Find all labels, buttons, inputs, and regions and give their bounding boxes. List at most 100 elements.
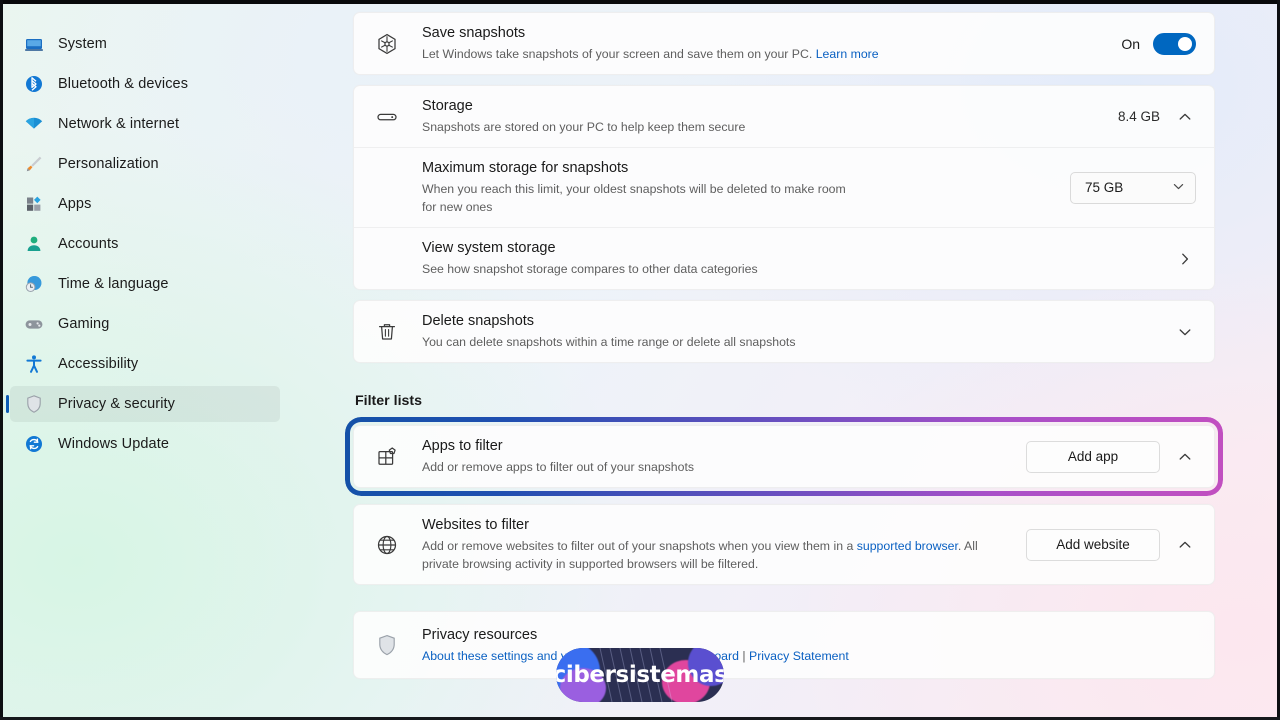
link-separator: | (738, 648, 749, 663)
accessibility-icon (24, 354, 44, 374)
maximum-storage-title: Maximum storage for snapshots (422, 160, 629, 176)
save-snapshots-text: Save snapshots Let Windows take snapshot… (422, 13, 1105, 74)
apps-to-filter-text: Apps to filter Add or remove apps to fil… (422, 426, 1010, 487)
storage-row[interactable]: Storage Snapshots are stored on your PC … (354, 86, 1214, 147)
storage-value: 8.4 GB (1117, 109, 1160, 124)
maximum-storage-subtitle: When you reach this limit, your oldest s… (422, 182, 846, 214)
sidebar-item-accessibility[interactable]: Accessibility (10, 346, 280, 382)
privacy-resources-row: Privacy resources About these settings a… (354, 612, 1214, 678)
sidebar-item-bluetooth-devices[interactable]: Bluetooth & devices (10, 66, 280, 102)
sidebar-item-personalization[interactable]: Personalization (10, 146, 280, 182)
sidebar-item-time-language[interactable]: Time & language (10, 266, 280, 302)
sidebar-item-label: Time & language (58, 276, 169, 292)
privacy-resources-links: About these settings and your privacy | … (422, 647, 1196, 665)
chevron-up-icon[interactable] (1174, 446, 1196, 468)
delete-snapshots-title: Delete snapshots (422, 313, 535, 329)
chevron-right-icon[interactable] (1174, 248, 1196, 270)
monitor-icon (24, 34, 44, 54)
add-website-button[interactable]: Add website (1026, 528, 1160, 561)
chevron-down-icon (1172, 180, 1185, 196)
delete-snapshots-row[interactable]: Delete snapshots You can delete snapshot… (354, 301, 1214, 362)
save-snapshots-row[interactable]: Save snapshots Let Windows take snapshot… (354, 13, 1214, 74)
save-snapshots-title: Save snapshots (422, 25, 526, 41)
sidebar-item-label: Gaming (58, 316, 110, 332)
update-icon (24, 434, 44, 454)
recall-snapshot-icon (374, 31, 400, 57)
storage-title: Storage (422, 98, 473, 114)
learn-more-link[interactable]: Learn more (816, 47, 879, 61)
sidebar-item-label: Windows Update (58, 436, 170, 452)
toggle-state-label: On (1121, 35, 1140, 52)
person-icon (24, 234, 44, 254)
privacy-statement-link[interactable]: Privacy Statement (749, 649, 849, 663)
delete-snapshots-subtitle: You can delete snapshots within a time r… (422, 335, 796, 349)
watermark-text: cibersistemas (556, 662, 724, 688)
sidebar-item-network-internet[interactable]: Network & internet (10, 106, 280, 142)
apps-to-filter-control: Add app (1026, 440, 1196, 473)
sidebar-item-label: Bluetooth & devices (58, 76, 189, 92)
view-system-storage-title: View system storage (422, 240, 556, 256)
paintbrush-icon (24, 154, 44, 174)
view-system-storage-subtitle: See how snapshot storage compares to oth… (422, 262, 758, 276)
privacy-resources-title: Privacy resources (422, 626, 538, 643)
storage-subtitle: Snapshots are stored on your PC to help … (422, 120, 746, 134)
globe-icon (374, 532, 400, 558)
watermark-badge: cibersistemas (556, 648, 724, 702)
websites-to-filter-control: Add website (1026, 528, 1196, 561)
privacy-resources-card: Privacy resources About these settings a… (353, 611, 1215, 679)
sidebar-item-gaming[interactable]: Gaming (10, 306, 280, 342)
chevron-up-icon[interactable] (1174, 106, 1196, 128)
save-snapshots-subtitle-text: Let Windows take snapshots of your scree… (422, 47, 813, 61)
websites-to-filter-row[interactable]: Websites to filter Add or remove website… (354, 505, 1214, 584)
storage-card: Storage Snapshots are stored on your PC … (353, 85, 1215, 290)
sidebar-item-system[interactable]: System (10, 26, 280, 62)
sidebar-item-label: Privacy & security (58, 396, 176, 412)
websites-subtitle-part1: Add or remove websites to filter out of … (422, 539, 857, 553)
gamepad-icon (24, 314, 44, 334)
sidebar-item-label: Accounts (58, 236, 119, 252)
maximum-storage-dropdown[interactable]: 75 GB (1070, 171, 1196, 204)
add-app-button[interactable]: Add app (1026, 440, 1160, 473)
websites-to-filter-title: Websites to filter (422, 517, 529, 533)
chevron-down-icon[interactable] (1174, 321, 1196, 343)
websites-to-filter-text: Websites to filter Add or remove website… (422, 505, 1010, 584)
storage-drive-icon (374, 104, 400, 130)
sidebar-item-label: Personalization (58, 156, 159, 172)
view-system-storage-control (1174, 248, 1196, 270)
bluetooth-icon (24, 74, 44, 94)
sidebar-item-label: System (58, 36, 107, 52)
sidebar-item-label: Apps (58, 196, 92, 212)
apps-grid-icon (374, 444, 400, 470)
sidebar-item-label: Accessibility (58, 356, 139, 372)
save-snapshots-control: On (1121, 32, 1196, 55)
sidebar-item-label: Network & internet (58, 116, 180, 132)
shield-icon (24, 394, 44, 414)
toggle-knob (1178, 36, 1192, 51)
storage-text: Storage Snapshots are stored on your PC … (422, 86, 1102, 147)
maximum-storage-control: 75 GB (1070, 171, 1196, 204)
save-snapshots-subtitle: Let Windows take snapshots of your scree… (422, 45, 1105, 63)
supported-browser-link[interactable]: supported browser (857, 539, 958, 553)
window-left-edge (0, 0, 3, 720)
chevron-up-icon[interactable] (1174, 534, 1196, 556)
sidebar-item-accounts[interactable]: Accounts (10, 226, 280, 262)
window-top-edge (0, 0, 1280, 4)
clock-globe-icon (24, 274, 44, 294)
save-snapshots-toggle-group[interactable]: On (1121, 32, 1196, 55)
settings-window: System Bluetooth & devices Network & int… (0, 0, 1280, 720)
sidebar-item-windows-update[interactable]: Windows Update (10, 426, 280, 462)
sidebar-item-apps[interactable]: Apps (10, 186, 280, 222)
view-system-storage-row[interactable]: View system storage See how snapshot sto… (354, 227, 1214, 289)
storage-control: 8.4 GB (1118, 106, 1196, 128)
wifi-icon (24, 114, 44, 134)
apps-to-filter-row[interactable]: Apps to filter Add or remove apps to fil… (354, 426, 1214, 487)
save-snapshots-toggle[interactable] (1153, 32, 1196, 55)
trash-icon (374, 319, 400, 345)
sidebar-item-privacy-security[interactable]: Privacy & security (6, 386, 280, 422)
websites-to-filter-subtitle: Add or remove websites to filter out of … (422, 537, 1010, 573)
settings-sidebar: System Bluetooth & devices Network & int… (0, 4, 300, 720)
save-snapshots-card: Save snapshots Let Windows take snapshot… (353, 12, 1215, 75)
apps-to-filter-highlight: Apps to filter Add or remove apps to fil… (345, 417, 1223, 496)
maximum-storage-text: Maximum storage for snapshots When you r… (422, 148, 1054, 227)
maximum-storage-row[interactable]: Maximum storage for snapshots When you r… (354, 147, 1214, 227)
